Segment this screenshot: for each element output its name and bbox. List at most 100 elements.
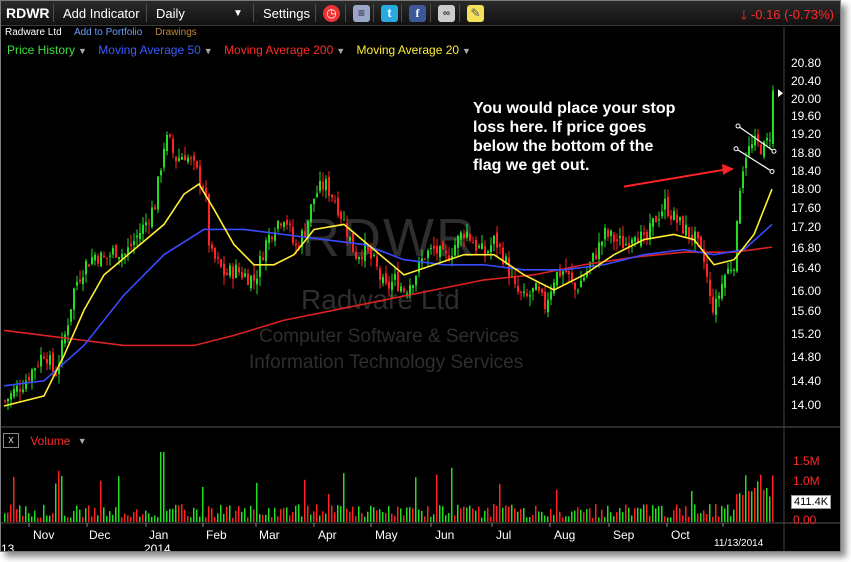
last-price-marker [778, 89, 783, 98]
candle-body [112, 247, 114, 255]
volume-bar [553, 515, 555, 522]
candle-body [343, 219, 345, 221]
volume-bar [283, 508, 285, 522]
volume-bar [394, 515, 396, 522]
volume-bar [154, 515, 156, 522]
candle-body [259, 256, 261, 277]
candle-body [391, 281, 393, 291]
candle-body [34, 368, 36, 371]
candle-body [154, 207, 156, 210]
volume-bar [187, 515, 189, 522]
candle-body [649, 223, 651, 240]
volume-bar [25, 506, 27, 522]
volume-bar [235, 510, 237, 522]
volume-bar [430, 516, 432, 522]
flag-bottom-line [735, 148, 773, 172]
candle-body [430, 247, 432, 249]
month-label: May [375, 528, 398, 542]
candle-body [433, 245, 435, 249]
candle-body [199, 165, 201, 186]
candle-body [745, 158, 747, 169]
volume-bar [4, 513, 6, 522]
price-tick: 18.80 [791, 146, 822, 160]
close-icon[interactable]: x [3, 433, 19, 449]
volume-bar [205, 517, 207, 522]
volume-bar [619, 508, 621, 522]
candle-body [544, 291, 546, 309]
volume-bar [616, 512, 618, 522]
volume-bar [697, 513, 699, 522]
candle-body [193, 155, 195, 161]
candle-body [721, 283, 723, 299]
volume-bar [655, 508, 657, 522]
price-tick: 14.40 [791, 374, 822, 388]
candle-body [379, 268, 381, 280]
volume-bar [229, 505, 231, 522]
volume-bar [256, 482, 258, 522]
candle-body [184, 155, 186, 161]
candle-body [442, 242, 444, 250]
candle-body [160, 170, 162, 176]
candle-body [190, 157, 192, 159]
volume-bar [274, 507, 276, 522]
volume-bar [214, 517, 216, 522]
chevron-down-icon[interactable]: ▼ [78, 436, 87, 446]
candle-body [133, 241, 135, 245]
volume-bar [769, 496, 771, 522]
candle-body [334, 200, 336, 202]
volume-bar [637, 507, 639, 522]
volume-bar [58, 470, 60, 522]
volume-bar [514, 508, 516, 522]
volume-bar [280, 509, 282, 522]
candle-body [439, 246, 441, 258]
candle-body [658, 219, 660, 221]
volume-bar [583, 512, 585, 522]
volume-bar [328, 494, 330, 522]
candle-body [88, 264, 90, 267]
candle-body [85, 260, 87, 275]
candle-body [556, 271, 558, 286]
candle-body [145, 222, 147, 226]
price-tick: 16.00 [791, 284, 822, 298]
volume-bar [241, 511, 243, 522]
candle-body [595, 254, 597, 260]
volume-bar [145, 510, 147, 522]
candle-body [478, 245, 480, 248]
volume-bar [439, 505, 441, 522]
volume-bar [19, 505, 21, 522]
volume-bar [547, 516, 549, 522]
candle-body [538, 286, 540, 291]
volume-bar [544, 515, 546, 522]
candle-body [175, 156, 177, 162]
candle-body [466, 231, 468, 238]
candle-body [652, 218, 654, 227]
volume-bar [118, 476, 120, 522]
volume-bar [178, 505, 180, 522]
volume-bar [613, 516, 615, 522]
month-label: Apr [318, 528, 337, 542]
volume-bar [766, 487, 768, 522]
candle-body [277, 220, 279, 229]
candle-body [163, 148, 165, 168]
candle-body [151, 207, 153, 227]
candle-body [172, 138, 174, 154]
candle-body [244, 273, 246, 277]
candle-body [634, 237, 636, 242]
volume-bar [181, 504, 183, 522]
volume-bar [748, 490, 750, 522]
volume-bar [538, 511, 540, 522]
volume-bar [163, 452, 165, 522]
candle-body [121, 254, 123, 259]
volume-bar [172, 508, 174, 522]
candle-body [7, 398, 9, 402]
candle-body [76, 281, 78, 286]
volume-bar [451, 467, 453, 522]
volume-bar [310, 514, 312, 522]
volume-bar [562, 517, 564, 522]
volume-bar [136, 509, 138, 522]
candle-body [520, 291, 522, 293]
volume-bar [106, 516, 108, 522]
price-chart[interactable] [1, 1, 841, 552]
candle-body [139, 233, 141, 239]
volume-bar [577, 507, 579, 522]
